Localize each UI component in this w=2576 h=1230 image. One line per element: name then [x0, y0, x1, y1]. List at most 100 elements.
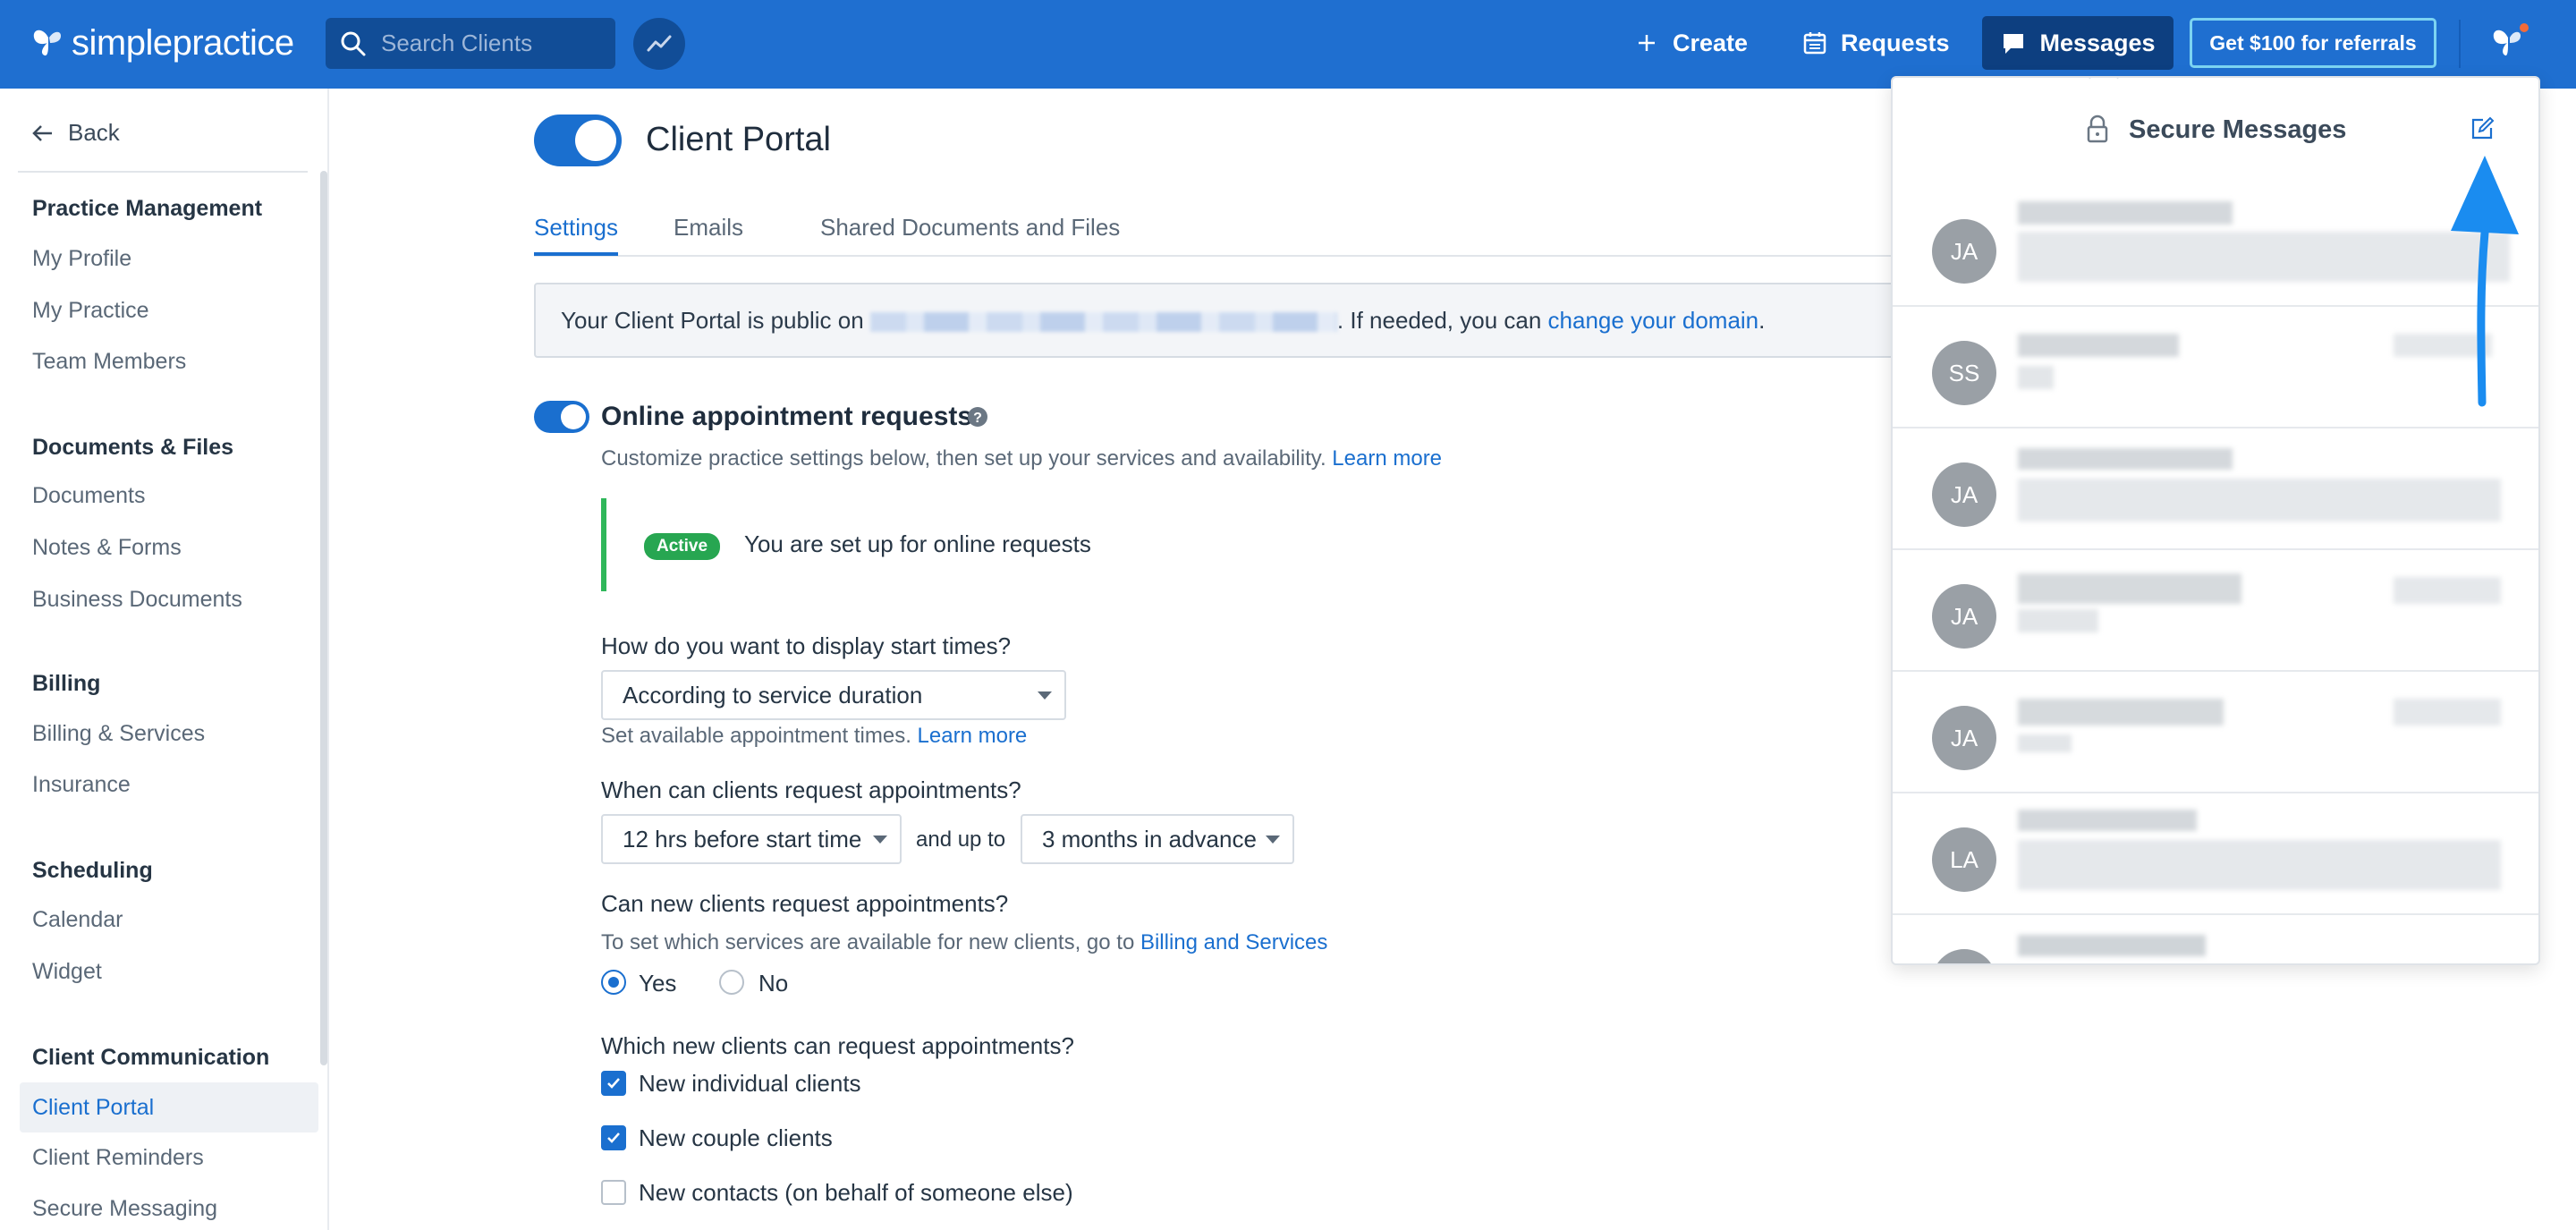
redacted-timestamp	[2394, 577, 2501, 604]
redacted-preview	[2018, 840, 2501, 890]
sidebar-item-calendar[interactable]: Calendar	[32, 907, 123, 933]
logo[interactable]: simplepractice	[30, 20, 294, 66]
insights-button[interactable]	[633, 18, 685, 70]
sidebar-item-notes-forms[interactable]: Notes & Forms	[32, 535, 182, 561]
requests-button[interactable]: Requests	[1801, 16, 1950, 70]
conversation-row[interactable]: JA	[1893, 428, 2538, 550]
search-input[interactable]	[379, 29, 597, 58]
nav-heading-documents: Documents & Files	[32, 435, 234, 460]
nav-heading-scheduling: Scheduling	[32, 858, 153, 883]
checkbox-couple-clients[interactable]	[601, 1125, 626, 1150]
help-icon[interactable]: ?	[966, 405, 989, 428]
change-domain-link[interactable]: change your domain	[1548, 307, 1759, 334]
request-until-value: 3 months in advance	[1042, 826, 1257, 853]
new-clients-help-text: To set which services are available for …	[601, 930, 1135, 954]
compose-message-icon[interactable]	[2469, 115, 2496, 142]
sidebar-item-documents[interactable]: Documents	[32, 483, 145, 509]
start-times-select[interactable]: According to service duration	[601, 670, 1066, 720]
topbar-divider	[2459, 20, 2461, 68]
secure-messages-header: Secure Messages	[1893, 105, 2538, 158]
messages-button[interactable]: Messages	[1982, 16, 2174, 70]
radio-yes-label[interactable]: Yes	[639, 970, 676, 997]
arrow-left-icon	[32, 124, 52, 141]
redacted-name	[2018, 448, 2233, 470]
sidebar-item-my-profile[interactable]: My Profile	[32, 246, 131, 272]
redacted-timestamp	[2394, 699, 2501, 725]
redacted-name	[2018, 810, 2197, 831]
radio-no-label[interactable]: No	[758, 970, 788, 997]
back-link[interactable]: Back	[30, 119, 120, 147]
conversation-row[interactable]: JA	[1893, 672, 2538, 793]
avatar: JA	[1932, 706, 1996, 770]
sidebar-scrollbar[interactable]	[320, 171, 327, 1065]
conversation-row[interactable]	[1893, 915, 2538, 963]
sidebar-item-widget[interactable]: Widget	[32, 959, 102, 985]
start-times-question: How do you want to display start times?	[601, 632, 1012, 659]
online-requests-description: Customize practice settings below, then …	[601, 446, 1442, 471]
billing-services-link[interactable]: Billing and Services	[1140, 930, 1327, 954]
conversation-row[interactable]: JA	[1893, 550, 2538, 672]
request-from-select[interactable]: 12 hrs before start time	[601, 814, 902, 864]
checkbox-individual-clients[interactable]	[601, 1071, 626, 1096]
request-window-connector: and up to	[916, 827, 1006, 852]
tab-settings[interactable]: Settings	[534, 214, 618, 256]
nav-heading-practice-management: Practice Management	[32, 196, 263, 221]
account-menu-icon[interactable]	[2487, 20, 2531, 64]
redacted-name	[2018, 201, 2233, 225]
avatar: JA	[1932, 584, 1996, 649]
plus-icon	[1639, 35, 1655, 51]
new-clients-help: To set which services are available for …	[601, 930, 1327, 955]
checkmark-icon	[607, 1078, 620, 1089]
create-button[interactable]: Create	[1633, 16, 1748, 70]
redacted-preview	[2018, 479, 2501, 522]
nav-heading-billing: Billing	[32, 671, 101, 696]
avatar: JA	[1932, 219, 1996, 284]
avatar: SS	[1932, 341, 1996, 405]
checkbox-individual-clients-label[interactable]: New individual clients	[639, 1070, 861, 1098]
svg-text:?: ?	[973, 411, 982, 426]
redacted-name	[2018, 935, 2206, 956]
online-requests-toggle[interactable]	[534, 401, 589, 433]
sidebar-item-client-reminders[interactable]: Client Reminders	[32, 1145, 204, 1171]
sidebar-item-insurance[interactable]: Insurance	[32, 772, 131, 798]
notice-middle: . If needed, you can	[1336, 307, 1542, 334]
client-portal-toggle[interactable]	[534, 115, 622, 166]
start-times-help-text: Set available appointment times.	[601, 724, 911, 748]
chevron-down-icon	[1266, 836, 1280, 844]
sidebar-item-my-practice[interactable]: My Practice	[32, 298, 149, 324]
trend-chart-icon	[647, 35, 672, 52]
sidebar-item-billing-services[interactable]: Billing & Services	[32, 721, 205, 747]
lock-icon	[2087, 115, 2108, 143]
sidebar-item-business-documents[interactable]: Business Documents	[32, 587, 242, 613]
create-label: Create	[1673, 29, 1749, 56]
checkbox-contacts-label[interactable]: New contacts (on behalf of someone else)	[639, 1179, 1073, 1207]
start-times-learn-more-link[interactable]: Learn more	[918, 724, 1028, 748]
tab-shared-documents[interactable]: Shared Documents and Files	[820, 214, 1120, 252]
online-requests-title: Online appointment requests	[601, 402, 973, 431]
logo-text: simplepractice	[72, 22, 294, 63]
conversation-row[interactable]: LA	[1893, 793, 2538, 915]
page-title: Client Portal	[646, 121, 831, 158]
sidebar-item-client-portal[interactable]: Client Portal	[20, 1082, 318, 1132]
description-text: Customize practice settings below, then …	[601, 446, 1326, 471]
avatar: LA	[1932, 827, 1996, 892]
request-until-select[interactable]: 3 months in advance	[1021, 814, 1294, 864]
redacted-preview	[2018, 609, 2098, 632]
checkbox-contacts[interactable]	[601, 1180, 626, 1205]
redacted-preview	[2018, 366, 2054, 389]
new-clients-question: Can new clients request appointments?	[601, 890, 1009, 917]
start-times-help: Set available appointment times. Learn m…	[601, 724, 1027, 749]
sidebar-item-secure-messaging[interactable]: Secure Messaging	[32, 1196, 217, 1222]
sidebar-item-team-members[interactable]: Team Members	[32, 349, 186, 375]
checkbox-couple-clients-label[interactable]: New couple clients	[639, 1124, 833, 1152]
which-clients-question: Which new clients can request appointmen…	[601, 1032, 1074, 1059]
radio-no[interactable]	[719, 970, 744, 995]
referrals-button[interactable]: Get $100 for referrals	[2190, 18, 2436, 68]
redacted-name	[2018, 334, 2179, 357]
search-box[interactable]	[326, 18, 615, 69]
tab-emails[interactable]: Emails	[674, 214, 743, 252]
messages-label: Messages	[2039, 29, 2156, 56]
radio-yes[interactable]	[601, 970, 626, 995]
learn-more-link[interactable]: Learn more	[1332, 446, 1442, 471]
chevron-down-icon	[1038, 691, 1052, 700]
